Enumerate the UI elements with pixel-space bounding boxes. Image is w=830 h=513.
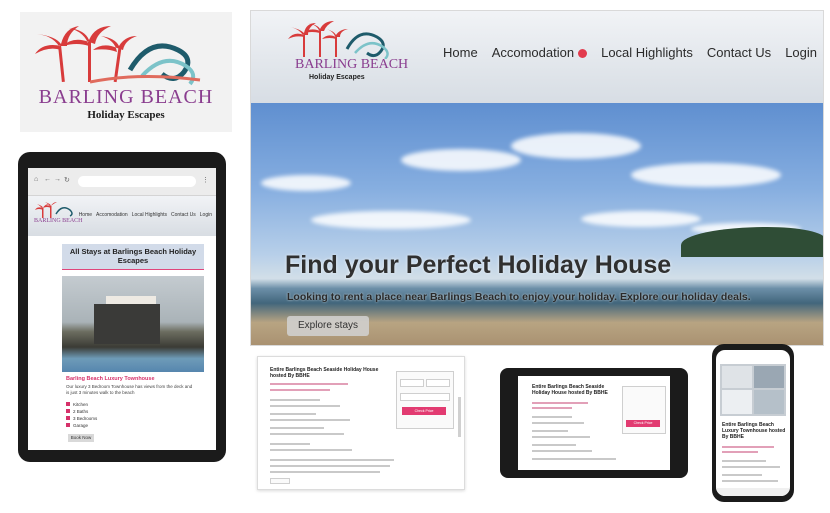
- amenity-label: 2 Baths: [73, 409, 89, 414]
- hero-image: [251, 103, 823, 345]
- nav-accomodation[interactable]: Accomodation: [491, 45, 588, 60]
- tablet-nav-login[interactable]: Login: [200, 212, 212, 218]
- hero-title: Find your Perfect Holiday House: [285, 251, 672, 279]
- amenity-label: 3 Bedrooms: [73, 416, 98, 421]
- tablet-nav-home[interactable]: Home: [79, 212, 92, 218]
- logo-card: BARLING BEACH Holiday Escapes: [20, 12, 232, 132]
- checkin-field[interactable]: [400, 379, 424, 387]
- browser-home-icon[interactable]: ⌂: [34, 176, 38, 183]
- tablet-check-price-button[interactable]: Check Price: [626, 420, 660, 427]
- amenity-label: Kitchen: [73, 402, 89, 407]
- garage-icon: [66, 423, 70, 427]
- phone-screen: Entire Barlings Beach Luxury Townhouse h…: [716, 350, 790, 496]
- stays-card: All Stays at Barlings Beach Holiday Esca…: [62, 244, 204, 450]
- tablet-listing-title: Entire Barlings Beach Seaside Holiday Ho…: [532, 384, 608, 396]
- listing-page-mockup: Entire Barlings Beach Seaside Holiday Ho…: [257, 356, 465, 490]
- main-nav: Home Accomodation Local Highlights Conta…: [443, 45, 817, 60]
- browser-back-icon[interactable]: ←: [44, 176, 51, 183]
- address-bar[interactable]: [78, 176, 196, 187]
- explore-stays-button[interactable]: Explore stays: [287, 316, 369, 336]
- nav-contact-us[interactable]: Contact Us: [707, 45, 771, 60]
- scrollbar[interactable]: [458, 397, 461, 437]
- amenity-item: 3 Bedrooms: [66, 416, 97, 421]
- tablet-nav: Home Accomodation Local Highlights Conta…: [79, 212, 212, 218]
- tablet-landscape-mockup: Entire Barlings Beach Seaside Holiday Ho…: [500, 368, 688, 478]
- listing-page-title: Entire Barlings Beach Seaside Holiday Ho…: [270, 367, 379, 379]
- site-logo-tagline: Holiday Escapes: [309, 74, 365, 81]
- guests-field[interactable]: [400, 393, 450, 401]
- show-more-button[interactable]: [270, 478, 290, 484]
- tablet-screen: ⌂ ← → ↻ ⋮ BARLING BEACH Home Accomodatio…: [28, 168, 216, 450]
- nav-local-highlights[interactable]: Local Highlights: [601, 45, 693, 60]
- nav-home[interactable]: Home: [443, 45, 478, 60]
- listing-photo[interactable]: [62, 276, 204, 372]
- browser-chrome: ⌂ ← → ↻ ⋮: [28, 168, 216, 196]
- amenity-label: Garage: [73, 423, 89, 428]
- browser-menu-icon[interactable]: ⋮: [202, 176, 209, 184]
- house-lower: [94, 304, 160, 344]
- brand-name: BARLING BEACH: [38, 86, 214, 108]
- nav-login[interactable]: Login: [785, 45, 817, 60]
- kitchen-icon: [66, 402, 70, 406]
- bath-icon: [66, 409, 70, 413]
- check-price-button[interactable]: Check Price: [402, 407, 446, 415]
- tablet-nav-local-highlights[interactable]: Local Highlights: [132, 212, 167, 218]
- amenity-item: 2 Baths: [66, 409, 88, 414]
- browser-reload-icon[interactable]: ↻: [64, 176, 70, 184]
- listing-title-link[interactable]: Barling Beach Luxury Townhouse: [66, 376, 155, 382]
- amenity-item: Garage: [66, 423, 88, 428]
- phone-mockup: Entire Barlings Beach Luxury Townhouse h…: [712, 344, 794, 502]
- palm-wave-logo-icon: [35, 26, 201, 86]
- brand-tagline: Holiday Escapes: [87, 109, 165, 121]
- dropdown-caret-icon: [578, 49, 588, 59]
- phone-listing-photo[interactable]: [720, 364, 786, 416]
- checkout-field[interactable]: [426, 379, 450, 387]
- phone-browser-toolbar[interactable]: [716, 488, 790, 496]
- bed-icon: [66, 416, 70, 420]
- phone-listing-title: Entire Barlings Beach Luxury Townhouse h…: [722, 422, 786, 440]
- tablet-nav-accomodation[interactable]: Accomodation: [96, 212, 128, 218]
- amenity-item: Kitchen: [66, 402, 88, 407]
- tablet-logo-icon: [35, 202, 73, 218]
- nav-accomodation-label: Accomodation: [491, 45, 575, 60]
- tablet-site-header: BARLING BEACH Home Accomodation Local Hi…: [28, 196, 216, 236]
- site-logo-name: BARLING BEACH: [295, 57, 409, 72]
- stays-heading: All Stays at Barlings Beach Holiday Esca…: [62, 244, 204, 270]
- book-now-button[interactable]: Book Now: [68, 434, 94, 442]
- tablet-mockup: ⌂ ← → ↻ ⋮ BARLING BEACH Home Accomodatio…: [18, 152, 226, 462]
- site-logo-icon: [288, 21, 389, 59]
- tablet-logo-name: BARLING BEACH: [34, 218, 83, 224]
- tablet-nav-contact-us[interactable]: Contact Us: [171, 212, 196, 218]
- tablet-landscape-screen: Entire Barlings Beach Seaside Holiday Ho…: [518, 376, 670, 470]
- browser-forward-icon[interactable]: →: [54, 176, 61, 183]
- listing-description: Our luxury 3 Bedroom Townhouse has views…: [66, 384, 193, 395]
- desktop-mockup: BARLING BEACH Holiday Escapes Home Accom…: [250, 10, 824, 346]
- hero-subtitle: Looking to rent a place near Barlings Be…: [287, 291, 751, 303]
- site-header: BARLING BEACH Holiday Escapes Home Accom…: [251, 11, 823, 103]
